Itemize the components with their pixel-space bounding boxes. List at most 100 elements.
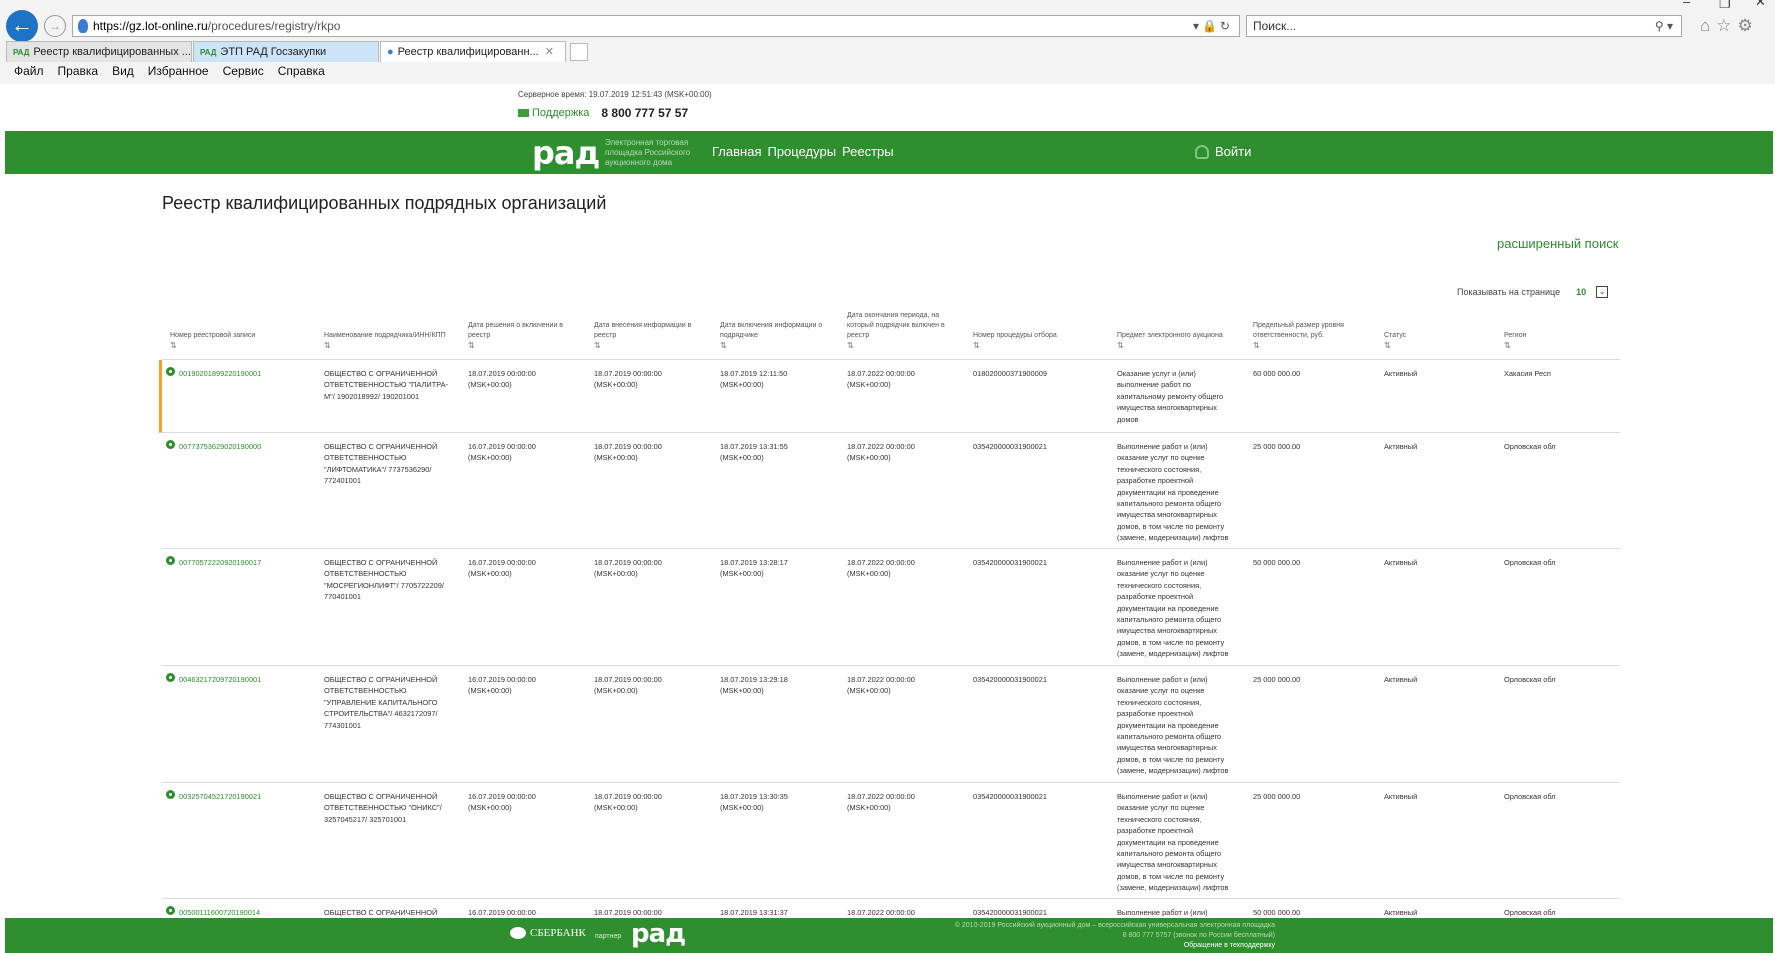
table-row[interactable]: 00770572220920190017 ОБЩЕСТВО С ОГРАНИЧЕ… — [162, 549, 1620, 666]
restore-icon[interactable]: ❐ — [1719, 0, 1731, 12]
col-header-decision-date[interactable]: Дата решения о включении в реестр ⇅ — [468, 321, 568, 351]
footer-rad-logo[interactable]: рад — [631, 919, 686, 949]
col-header-region[interactable]: Регион ⇅ — [1504, 331, 1564, 351]
login-button[interactable]: Войти — [1195, 144, 1251, 159]
table-row[interactable]: 00463217209720190001 ОБЩЕСТВО С ОГРАНИЧЕ… — [162, 666, 1620, 783]
status-dot-icon — [166, 556, 175, 565]
entry-date: 18.07.2019 00:00:00 (MSK+00:00) — [594, 675, 662, 696]
user-icon — [1195, 144, 1209, 159]
table-row[interactable]: 00773753629020190000 ОБЩЕСТВО С ОГРАНИЧЕ… — [162, 433, 1620, 549]
record-number-link[interactable]: 00190201899220190001 — [166, 367, 306, 379]
status-text: Активный — [1384, 442, 1418, 451]
tab-label: ЭТП РАД Госзакупки — [220, 46, 327, 58]
sort-icon: ⇅ — [1117, 341, 1124, 350]
tab-registry-1[interactable]: РАД Реестр квалифицированных ... — [6, 41, 192, 62]
inclusion-date: 18.07.2019 13:30:35 (MSK+00:00) — [720, 792, 788, 813]
col-header-procedure[interactable]: Номер процедуры отбора ⇅ — [973, 331, 1083, 351]
region-text: Хакасия Респ — [1504, 369, 1551, 378]
entry-date: 18.07.2019 00:00:00 (MSK+00:00) — [594, 369, 662, 390]
site-icon — [78, 19, 88, 33]
site-favicon-icon: ● — [387, 46, 394, 58]
col-header-subject[interactable]: Предмет электронного аукциона ⇅ — [1117, 331, 1229, 351]
menu-edit[interactable]: Правка — [58, 64, 99, 78]
tab-registry-active[interactable]: ● Реестр квалифицированн... ✕ — [380, 41, 566, 62]
sberbank-logo[interactable]: СБЕРБАНК — [510, 927, 586, 939]
record-number-link[interactable]: 00500111600720190014 — [166, 906, 306, 918]
end-date: 18.07.2022 00:00:00 — [847, 908, 915, 917]
col-header-inclusion-date[interactable]: Дата включения информации о подрядчике ⇅ — [720, 321, 828, 351]
record-number-link[interactable]: 00325704521720190021 — [166, 790, 306, 802]
address-bar[interactable]: https://gz.lot-online.ru/procedures/regi… — [72, 15, 1240, 37]
support-link[interactable]: Поддержка — [532, 107, 589, 119]
entry-date: 18.07.2019 00:00:00 (MSK+00:00) — [594, 558, 662, 579]
favorites-star-icon[interactable]: ☆ — [1716, 16, 1737, 35]
contractor-name: ОБЩЕСТВО С ОГРАНИЧЕННОЙ — [324, 908, 438, 917]
procedure-number: 035420000031900021 — [973, 442, 1047, 451]
record-number-link[interactable]: 00770572220920190017 — [166, 556, 306, 568]
home-icon[interactable]: ⌂ — [1700, 16, 1716, 35]
nav-registries[interactable]: Реестры — [842, 144, 894, 159]
new-tab-button[interactable] — [570, 43, 588, 61]
browser-search-input[interactable]: Поиск... ⚲ ▾ — [1246, 15, 1682, 37]
forward-button[interactable]: → — [44, 15, 66, 37]
sort-icon: ⇅ — [973, 341, 980, 350]
liability-amount: 25 000 000.00 — [1253, 675, 1301, 684]
tab-label: Реестр квалифицированных ... — [33, 46, 191, 58]
advanced-search-link[interactable]: расширенный поиск — [1497, 236, 1618, 251]
menu-view[interactable]: Вид — [112, 64, 134, 78]
settings-gear-icon[interactable]: ⚙ — [1738, 16, 1759, 35]
sort-icon: ⇅ — [324, 341, 331, 350]
record-number-link[interactable]: 00773753629020190000 — [166, 440, 306, 452]
per-page-value[interactable]: 10 — [1576, 287, 1586, 297]
rad-logo[interactable]: рад — [532, 136, 600, 170]
nav-procedures[interactable]: Процедуры — [767, 144, 836, 159]
menu-file[interactable]: Файл — [14, 64, 44, 78]
main-nav: Главная Процедуры Реестры — [712, 144, 894, 159]
record-number-link[interactable]: 00463217209720190001 — [166, 673, 306, 685]
chevron-down-icon[interactable]: ⌄ — [1596, 286, 1609, 298]
table-row[interactable]: 00190201899220190001 ОБЩЕСТВО С ОГРАНИЧЕ… — [159, 360, 1620, 433]
close-window-icon[interactable]: ✕ — [1755, 0, 1766, 10]
liability-amount: 60 000 000.00 — [1253, 369, 1301, 378]
minimize-icon[interactable]: – — [1683, 0, 1690, 9]
menu-favorites[interactable]: Избранное — [148, 64, 209, 78]
col-header-status[interactable]: Статус ⇅ — [1384, 331, 1444, 351]
liability-amount: 50 000 000.00 — [1253, 908, 1301, 917]
tab-label: Реестр квалифицированн... — [397, 46, 539, 58]
toolbar-icons: ⌂☆⚙ — [1700, 16, 1759, 36]
page-title: Реестр квалифицированных подрядных орган… — [162, 193, 607, 213]
procedure-number: 035420000031900021 — [973, 792, 1047, 801]
registry-table: Номер реестровой записи ⇅ Наименование по… — [159, 310, 1620, 929]
close-tab-icon[interactable]: ✕ — [545, 46, 554, 58]
procedure-number: 035420000031900021 — [973, 908, 1047, 917]
server-time: Серверное время: 19.07.2019 12:51:43 (MS… — [518, 90, 712, 99]
entry-date: 18.07.2019 00:00:00 (MSK+00:00) — [594, 792, 662, 813]
contractor-name: ОБЩЕСТВО С ОГРАНИЧЕННОЙ ОТВЕТСТВЕННОСТЬЮ… — [324, 792, 442, 824]
table-row[interactable]: 00325704521720190021 ОБЩЕСТВО С ОГРАНИЧЕ… — [162, 783, 1620, 899]
url-path: /procedures/registry/rkpo — [207, 19, 341, 33]
status-dot-icon — [166, 673, 175, 682]
col-header-amount[interactable]: Предельный размер уровня ответственности… — [1253, 321, 1361, 351]
col-header-name[interactable]: Наименование подрядчика/ИНН/КПП ⇅ — [324, 331, 449, 351]
back-button[interactable]: ← — [6, 10, 38, 42]
site-footer: СБЕРБАНК партнер рад © 2010-2019 Российс… — [5, 918, 1773, 953]
menu-tools[interactable]: Сервис — [223, 64, 264, 78]
col-header-number[interactable]: Номер реестровой записи ⇅ — [170, 331, 280, 351]
auction-subject: Выполнение работ и (или) оказание услуг … — [1117, 558, 1229, 659]
partner-label: партнер — [595, 933, 622, 940]
nav-home[interactable]: Главная — [712, 144, 761, 159]
logo-subtitle: Электронная торговая площадка Российског… — [605, 138, 691, 167]
search-placeholder: Поиск... — [1253, 19, 1297, 33]
col-header-entry-date[interactable]: Дата внесения информации в реестр ⇅ — [594, 321, 696, 351]
copyright-text: © 2010-2019 Российский аукционный дом – … — [954, 922, 1275, 929]
support-request-link[interactable]: Обращение в техподдержку — [905, 941, 1275, 951]
search-icon[interactable]: ⚲ ▾ — [1655, 16, 1673, 36]
tab-etp-rad[interactable]: РАД ЭТП РАД Госзакупки — [193, 41, 379, 62]
end-date: 18.07.2022 00:00:00 (MSK+00:00) — [847, 369, 915, 390]
address-tools-icon[interactable]: ▾🔒↻ — [1193, 16, 1233, 36]
col-header-end-date[interactable]: Дата окончания периода, на который подря… — [847, 311, 953, 351]
status-dot-icon — [166, 906, 175, 915]
status-text: Активный — [1384, 792, 1418, 801]
end-date: 18.07.2022 00:00:00 (MSK+00:00) — [847, 558, 915, 579]
menu-help[interactable]: Справка — [278, 64, 325, 78]
